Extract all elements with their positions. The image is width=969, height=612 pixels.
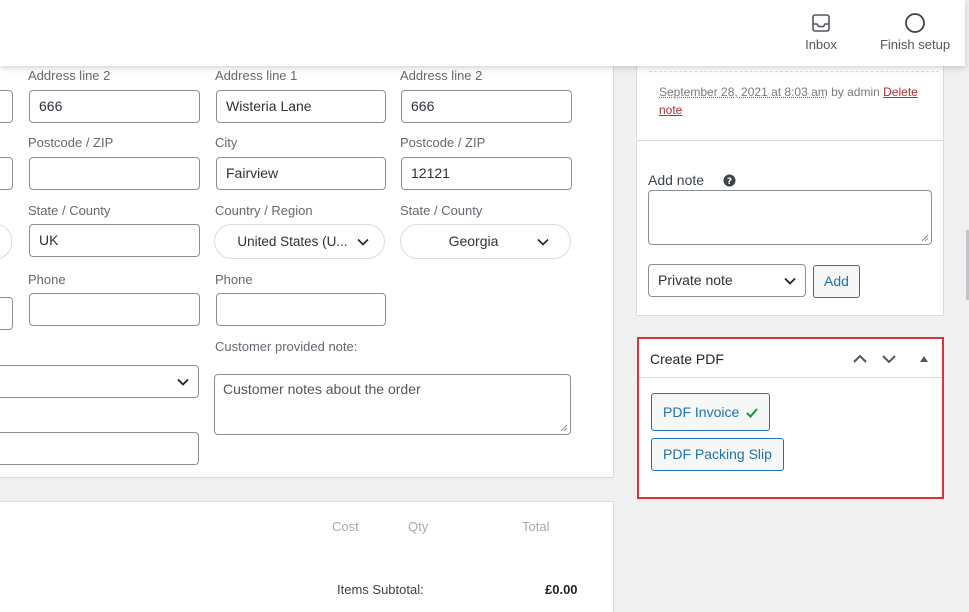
triangle-up-icon[interactable]: [918, 353, 930, 365]
chevron-down-icon: [783, 274, 797, 288]
top-header-bar: Inbox Finish setup: [0, 0, 965, 66]
shipping-phone-label: Phone: [215, 272, 253, 287]
delete-note-link-cont[interactable]: note: [659, 103, 682, 117]
note-type-value: Private note: [658, 272, 733, 288]
items-subtotal-label: Items Subtotal:: [337, 582, 424, 597]
col-qty-header: Qty: [408, 519, 428, 534]
inbox-icon: [810, 12, 832, 34]
inbox-label: Inbox: [805, 37, 837, 52]
notes-divider: [637, 140, 943, 141]
billing-address1-field-cut[interactable]: [0, 90, 13, 123]
note-author: by admin: [828, 85, 883, 99]
chevron-down-icon: [176, 375, 190, 389]
circle-icon: [904, 12, 926, 34]
pdf-invoice-button[interactable]: PDF Invoice: [651, 393, 770, 431]
billing-address2-field[interactable]: 666: [29, 90, 200, 123]
checkmark-icon: [746, 407, 758, 418]
shipping-country-select[interactable]: United States (U...: [214, 224, 385, 259]
note-divider: [649, 71, 939, 72]
billing-postcode-field[interactable]: [29, 157, 200, 190]
shipping-city-label: City: [215, 135, 237, 150]
billing-phone-label: Phone: [28, 272, 66, 287]
billing-state-label: State / County: [28, 203, 110, 218]
order-notes-box: September 28, 2021 at 8:03 am by admin D…: [636, 40, 944, 316]
customer-note-label: Customer provided note:: [215, 339, 357, 354]
shipping-state-select[interactable]: Georgia: [400, 224, 571, 259]
col-cost-header: Cost: [332, 519, 359, 534]
note-type-select[interactable]: Private note: [648, 264, 806, 297]
shipping-address2-label: Address line 2: [400, 68, 482, 83]
resize-grip-icon: [560, 424, 568, 432]
payment-method-select[interactable]: [0, 365, 199, 398]
shipping-postcode-field[interactable]: 12121: [401, 157, 572, 190]
billing-phone-field[interactable]: [29, 293, 200, 326]
shipping-address1-label: Address line 1: [215, 68, 297, 83]
billing-state-field[interactable]: UK: [29, 224, 200, 257]
help-icon[interactable]: ?: [723, 174, 736, 187]
create-pdf-title: Create PDF: [650, 351, 724, 367]
shipping-state-value: Georgia: [449, 233, 499, 249]
arrow-down-icon[interactable]: [881, 351, 897, 367]
transaction-id-field[interactable]: [0, 432, 199, 465]
add-note-textarea[interactable]: [648, 190, 932, 245]
shipping-phone-field[interactable]: [216, 293, 386, 326]
pdf-packing-slip-button[interactable]: PDF Packing Slip: [651, 438, 784, 471]
finish-setup-button[interactable]: Finish setup: [876, 12, 954, 52]
billing-city-field-cut[interactable]: [0, 157, 13, 190]
add-note-button[interactable]: Add: [813, 265, 860, 298]
arrow-up-icon[interactable]: [852, 351, 868, 367]
items-subtotal-value: £0.00: [545, 582, 578, 597]
note-meta: September 28, 2021 at 8:03 am by admin D…: [659, 83, 934, 119]
svg-text:?: ?: [727, 177, 732, 187]
pdf-invoice-label: PDF Invoice: [663, 404, 739, 420]
note-date: September 28, 2021 at 8:03 am: [659, 85, 828, 99]
add-note-label: Add note: [648, 172, 704, 188]
chevron-down-icon: [536, 235, 550, 249]
customer-note-textarea[interactable]: Customer notes about the order: [214, 374, 571, 435]
billing-address2-label: Address line 2: [28, 68, 110, 83]
shipping-country-label: Country / Region: [215, 203, 313, 218]
delete-note-link[interactable]: Delete: [883, 85, 918, 99]
shipping-address2-field[interactable]: 666: [401, 90, 572, 123]
shipping-state-label: State / County: [400, 203, 482, 218]
finish-setup-label: Finish setup: [880, 37, 950, 52]
shipping-country-value: United States (U...: [237, 234, 347, 249]
shipping-address1-field[interactable]: Wisteria Lane: [216, 90, 386, 123]
shipping-postcode-label: Postcode / ZIP: [400, 135, 485, 150]
shipping-city-field[interactable]: Fairview: [216, 157, 386, 190]
chevron-down-icon: [356, 235, 370, 249]
billing-email-field-cut[interactable]: [0, 297, 13, 330]
order-items-panel: [0, 501, 614, 612]
pdf-header-divider: [639, 377, 942, 378]
resize-grip-icon: [921, 234, 929, 242]
billing-postcode-label: Postcode / ZIP: [28, 135, 113, 150]
col-total-header: Total: [522, 519, 549, 534]
customer-note-placeholder: Customer notes about the order: [223, 381, 421, 397]
inbox-button[interactable]: Inbox: [800, 12, 842, 52]
create-pdf-box: Create PDF PDF Invoice PDF Packing Slip: [637, 337, 944, 499]
